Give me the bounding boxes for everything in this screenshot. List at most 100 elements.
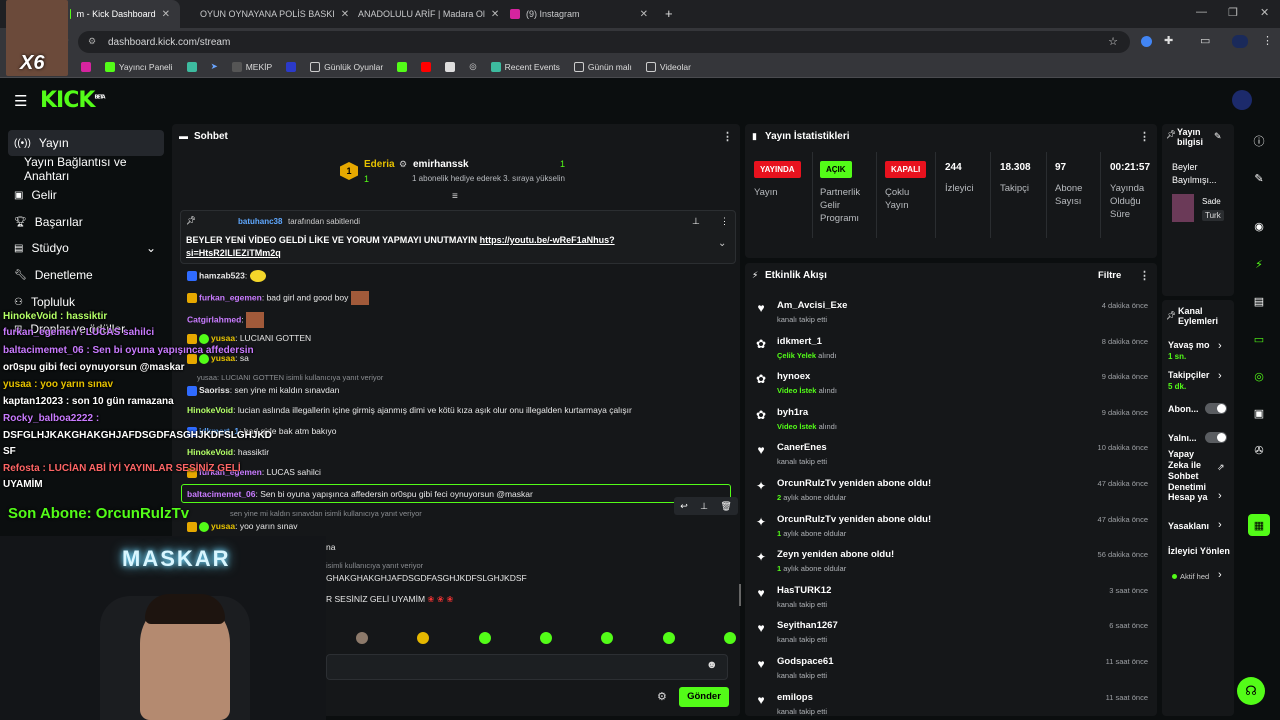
chat-scrollbar[interactable] bbox=[739, 584, 741, 606]
extensions-puzzle-icon[interactable]: ✚ bbox=[1164, 34, 1173, 47]
pinned-menu-icon[interactable]: ⋮ bbox=[720, 216, 729, 227]
chat-message[interactable]: yusaa: LUCIANI GOTTEN bbox=[187, 333, 311, 344]
links-only-toggle[interactable] bbox=[1205, 432, 1227, 443]
close-tab-icon[interactable]: ✕ bbox=[640, 9, 648, 20]
reply-icon[interactable]: ↩ bbox=[680, 501, 688, 512]
close-tab-icon[interactable]: ✕ bbox=[491, 9, 499, 20]
chat-rail-icon[interactable]: ▭ bbox=[1248, 328, 1270, 350]
bookmark-gunun-mali[interactable]: Günün malı bbox=[573, 61, 632, 72]
tab-youtube-1[interactable]: OYUN OYNAYANA POLİS BASKI ✕ bbox=[184, 0, 349, 28]
profile-avatar[interactable] bbox=[1232, 35, 1248, 48]
activity-user[interactable]: OrcunRulzTv yeniden abone oldu! bbox=[777, 514, 931, 525]
chevron-right-icon[interactable]: › bbox=[1218, 490, 1222, 502]
pin-message-icon[interactable]: ⊥ bbox=[700, 501, 708, 512]
grid-rail-icon[interactable]: ▦ bbox=[1248, 514, 1270, 536]
close-window-icon[interactable]: ✕ bbox=[1260, 6, 1269, 19]
chat-message[interactable]: yusaa: yoo yarın sınav bbox=[187, 521, 297, 532]
pinned-by-user[interactable]: batuhanc38 bbox=[238, 217, 282, 226]
pinned-link-cont[interactable]: si=HtsR2lLlEZiTMm2q bbox=[186, 248, 281, 258]
subs-only-toggle[interactable] bbox=[1205, 403, 1227, 414]
pin-panel-icon[interactable]: 📌︎ bbox=[1166, 130, 1176, 139]
hamburger-menu-icon[interactable]: ☰ bbox=[14, 92, 27, 110]
external-link-icon[interactable]: ⇗ bbox=[1217, 462, 1225, 473]
activity-user[interactable]: idkmert_1 bbox=[777, 336, 822, 347]
wrench-rail-icon[interactable]: ✇ bbox=[1248, 439, 1270, 461]
activity-user[interactable]: CanerEnes bbox=[777, 442, 827, 453]
chat-message[interactable]: HinokeVoid: hassiktir bbox=[187, 447, 269, 457]
bookmark-youtube[interactable] bbox=[421, 61, 432, 72]
stats-menu-icon[interactable]: ⋮ bbox=[1139, 130, 1150, 143]
activity-user[interactable]: hynoex bbox=[777, 371, 810, 382]
chat-message[interactable]: Catgirlahmed: bbox=[187, 312, 265, 328]
bookmark-app-1[interactable] bbox=[186, 61, 197, 72]
delete-icon[interactable]: 🗑︎ bbox=[720, 501, 731, 512]
sidebar-item-studyo[interactable]: ▤ Stüdyo ⌄ bbox=[8, 235, 164, 261]
bookmark-recent-events[interactable]: Recent Events bbox=[490, 61, 560, 72]
send-button[interactable]: Gönder bbox=[679, 687, 729, 707]
chat-message[interactable]: hamzab523: bbox=[187, 270, 266, 282]
sidebar-item-gelir[interactable]: ▣ Gelir bbox=[8, 182, 164, 208]
sidebar-item-yayin[interactable]: ((•)) Yayın bbox=[8, 130, 164, 156]
ai-moderation-label[interactable]: Yapay Zeka ile Sohbet Denetimi bbox=[1168, 449, 1212, 493]
support-button[interactable]: ☊ bbox=[1237, 677, 1265, 705]
bookmark-gunluk-oyunlar[interactable]: Günlük Oyunlar bbox=[310, 61, 383, 72]
activity-user[interactable]: Seyithan1267 bbox=[777, 620, 838, 631]
url-field[interactable]: ⚙ dashboard.kick.com/stream ☆ bbox=[78, 31, 1130, 53]
pinned-link[interactable]: https://youtu.be/-wReF1aNhus? bbox=[480, 235, 615, 245]
activity-user[interactable]: HasTURK12 bbox=[777, 585, 831, 596]
maximize-icon[interactable]: ❐ bbox=[1228, 6, 1238, 19]
chat-settings-icon[interactable]: ⚙ bbox=[657, 690, 667, 703]
chevron-right-icon[interactable]: › bbox=[1218, 340, 1222, 352]
chat-message[interactable]: Saoriss: sen yine mi kaldın sınavdan bbox=[187, 385, 339, 396]
emote-icon[interactable] bbox=[478, 632, 491, 644]
emote-icon[interactable] bbox=[723, 632, 736, 644]
emote-icon[interactable] bbox=[601, 632, 614, 644]
chat-message[interactable]: baltacimemet_06: Sen bi oyuna yapışınca … bbox=[187, 489, 533, 499]
followers-mode-label[interactable]: Takipçiler 5 dk. bbox=[1168, 370, 1209, 392]
chat-message[interactable]: HinokeVoid: lucian aslında illegallerin … bbox=[187, 405, 632, 415]
bookmark-videolar[interactable]: Videolar bbox=[645, 61, 691, 72]
side-panel-icon[interactable]: ▭ bbox=[1200, 34, 1210, 47]
activity-user[interactable]: byh1ra bbox=[777, 407, 808, 418]
emote-icon[interactable] bbox=[356, 632, 368, 644]
emote-icon[interactable] bbox=[662, 632, 675, 644]
activity-user[interactable]: Godspace61 bbox=[777, 656, 834, 667]
chat-message[interactable]: furkan_egemen: bad girl and good boy bbox=[187, 291, 369, 305]
pencil-icon[interactable]: ✎ bbox=[1248, 167, 1270, 189]
chevron-right-icon[interactable]: › bbox=[1218, 519, 1222, 531]
close-tab-icon[interactable]: ✕ bbox=[162, 9, 170, 20]
activity-user[interactable]: Am_Avcisi_Exe bbox=[777, 300, 847, 311]
chevron-right-icon[interactable]: › bbox=[1218, 370, 1222, 382]
bookmark-app-3[interactable] bbox=[286, 61, 297, 72]
activity-user[interactable]: OrcunRulzTv yeniden abone oldu! bbox=[777, 478, 931, 489]
emote-icon[interactable] bbox=[539, 632, 552, 644]
expand-pinned-icon[interactable]: ⌄ bbox=[718, 238, 726, 249]
activity-menu-icon[interactable]: ⋮ bbox=[1139, 269, 1150, 282]
user-avatar[interactable] bbox=[1232, 90, 1252, 110]
kick-logo[interactable]: KICKBETA bbox=[40, 88, 106, 113]
bolt-rail-icon[interactable]: ⚡︎ bbox=[1248, 253, 1270, 275]
chat-input[interactable] bbox=[326, 654, 728, 680]
extension-icon[interactable] bbox=[1141, 36, 1152, 47]
sidebar-item-stream-key[interactable]: Yayın Bağlantısı ve Anahtarı bbox=[8, 155, 164, 183]
bookmark-star-icon[interactable]: ☆ bbox=[1108, 35, 1118, 48]
emoji-picker-icon[interactable]: ☻ bbox=[706, 659, 718, 671]
camera-icon[interactable]: ◉ bbox=[1248, 215, 1270, 237]
sidebar-item-denetleme[interactable]: 🔧︎ Denetleme bbox=[8, 262, 164, 288]
bookmark-kick[interactable] bbox=[397, 61, 408, 72]
chevron-right-icon[interactable]: › bbox=[1218, 569, 1222, 581]
collapse-handle-icon[interactable]: ≡ bbox=[452, 191, 458, 202]
broadcast-rail-icon[interactable]: ◎ bbox=[1248, 365, 1270, 387]
unpin-icon[interactable]: ⊥ bbox=[692, 216, 700, 227]
tab-instagram[interactable]: (9) Instagram ✕ bbox=[500, 0, 658, 28]
bookmark-app-2[interactable]: ➤ bbox=[211, 61, 218, 72]
bans-label[interactable]: Yasaklanı bbox=[1168, 521, 1209, 532]
document-icon[interactable]: ▤ bbox=[1248, 290, 1270, 312]
activity-user[interactable]: emilops bbox=[777, 692, 813, 703]
bookmark-instagram[interactable] bbox=[80, 61, 91, 72]
tab-youtube-2[interactable]: ANADOLULU ARİF | Madara Ol ✕ bbox=[342, 0, 500, 28]
browser-menu-icon[interactable]: ⋮ bbox=[1262, 34, 1273, 47]
activity-filter-button[interactable]: Filtre bbox=[1098, 270, 1121, 281]
tab-kick-dashboard[interactable]: m - Kick Dashboard ✕ bbox=[60, 0, 180, 28]
leaderboard-user-2[interactable]: emirhanssk bbox=[413, 159, 469, 170]
